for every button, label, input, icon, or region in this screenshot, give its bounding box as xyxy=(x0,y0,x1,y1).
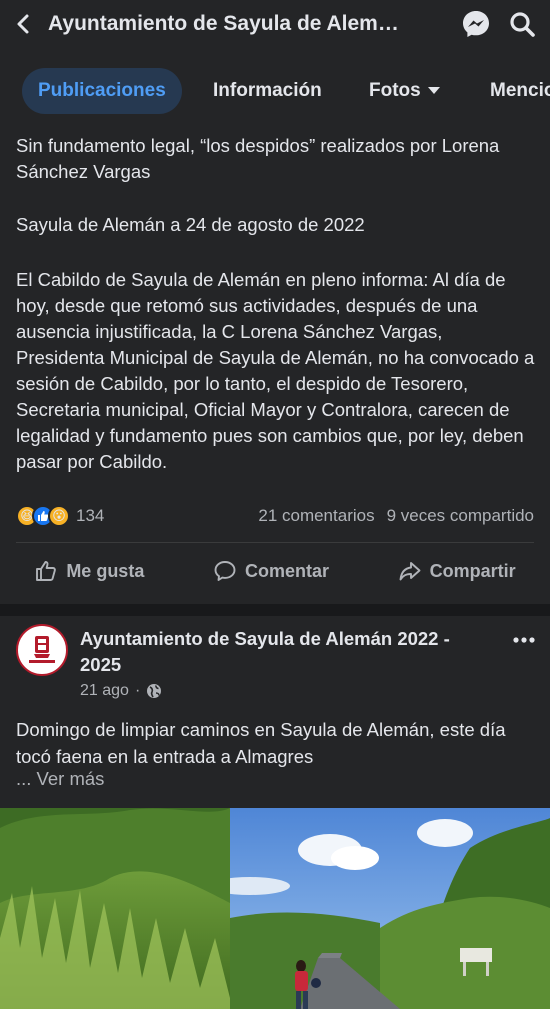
messenger-button[interactable] xyxy=(458,6,494,42)
share-label: Compartir xyxy=(429,560,516,581)
search-icon xyxy=(510,12,535,37)
tab-informacion[interactable]: Información xyxy=(213,68,322,114)
like-label: Me gusta xyxy=(66,560,145,581)
tab-fotos[interactable]: Fotos xyxy=(369,68,441,114)
page-title: Ayuntamiento de Sayula de Alem… xyxy=(48,12,399,35)
tab-publicaciones[interactable]: Publicaciones xyxy=(22,68,182,114)
comment-icon xyxy=(214,561,236,581)
municipal-logo-icon xyxy=(29,636,55,663)
search-button[interactable] xyxy=(504,6,540,42)
globe-icon xyxy=(147,684,162,698)
post-card: Sin fundamento legal, “los despidos” rea… xyxy=(0,128,550,604)
comment-label: Comentar xyxy=(244,560,329,581)
page-tabs: Publicaciones Información Fotos Mencio xyxy=(0,48,550,128)
reactions-summary[interactable]: 😆 😮 134 xyxy=(16,505,104,527)
post-card: Ayuntamiento de Sayula de Alemán 2022 - … xyxy=(0,616,550,1009)
avatar[interactable] xyxy=(16,624,68,676)
post-dateline: Sayula de Alemán a 24 de agosto de 2022 xyxy=(16,214,365,235)
post-meta: 21 ago · xyxy=(80,682,162,700)
messenger-icon xyxy=(463,11,489,37)
road-photo-image xyxy=(0,808,550,1009)
post-actions: Me gusta Comentar Compartir xyxy=(0,548,550,594)
tab-fotos-label: Fotos xyxy=(369,80,421,102)
post-author[interactable]: Ayuntamiento de Sayula de Alemán 2022 - … xyxy=(80,626,490,678)
chevron-left-icon xyxy=(17,14,29,34)
tab-menciones[interactable]: Mencio xyxy=(490,68,550,114)
like-button[interactable]: Me gusta xyxy=(34,559,144,583)
post-time[interactable]: 21 ago xyxy=(80,682,129,700)
reaction-count: 134 xyxy=(76,506,105,525)
caret-down-icon xyxy=(427,68,441,114)
shares-count-link[interactable]: 9 veces compartido xyxy=(387,506,534,526)
wow-reaction-icon: 😮 xyxy=(48,505,70,527)
see-more-link[interactable]: ... Ver más xyxy=(16,768,104,790)
divider xyxy=(16,542,534,543)
comments-count-link[interactable]: 21 comentarios xyxy=(258,506,374,526)
more-options-button[interactable] xyxy=(512,624,536,650)
feed-separator xyxy=(0,604,550,616)
post-photo[interactable] xyxy=(0,808,550,1009)
comment-button[interactable]: Comentar xyxy=(213,559,329,583)
meta-separator: · xyxy=(134,682,141,699)
thumbs-up-icon xyxy=(36,561,57,581)
post-body: El Cabildo de Sayula de Alemán en pleno … xyxy=(16,269,535,472)
top-bar: Ayuntamiento de Sayula de Alem… xyxy=(0,0,550,48)
more-options-icon xyxy=(513,637,535,643)
share-icon xyxy=(399,562,421,581)
share-button[interactable]: Compartir xyxy=(398,559,516,583)
back-button[interactable] xyxy=(0,0,48,48)
post-text: Domingo de limpiar caminos en Sayula de … xyxy=(16,719,506,767)
post-title-line: Sin fundamento legal, “los despidos” rea… xyxy=(16,135,500,182)
